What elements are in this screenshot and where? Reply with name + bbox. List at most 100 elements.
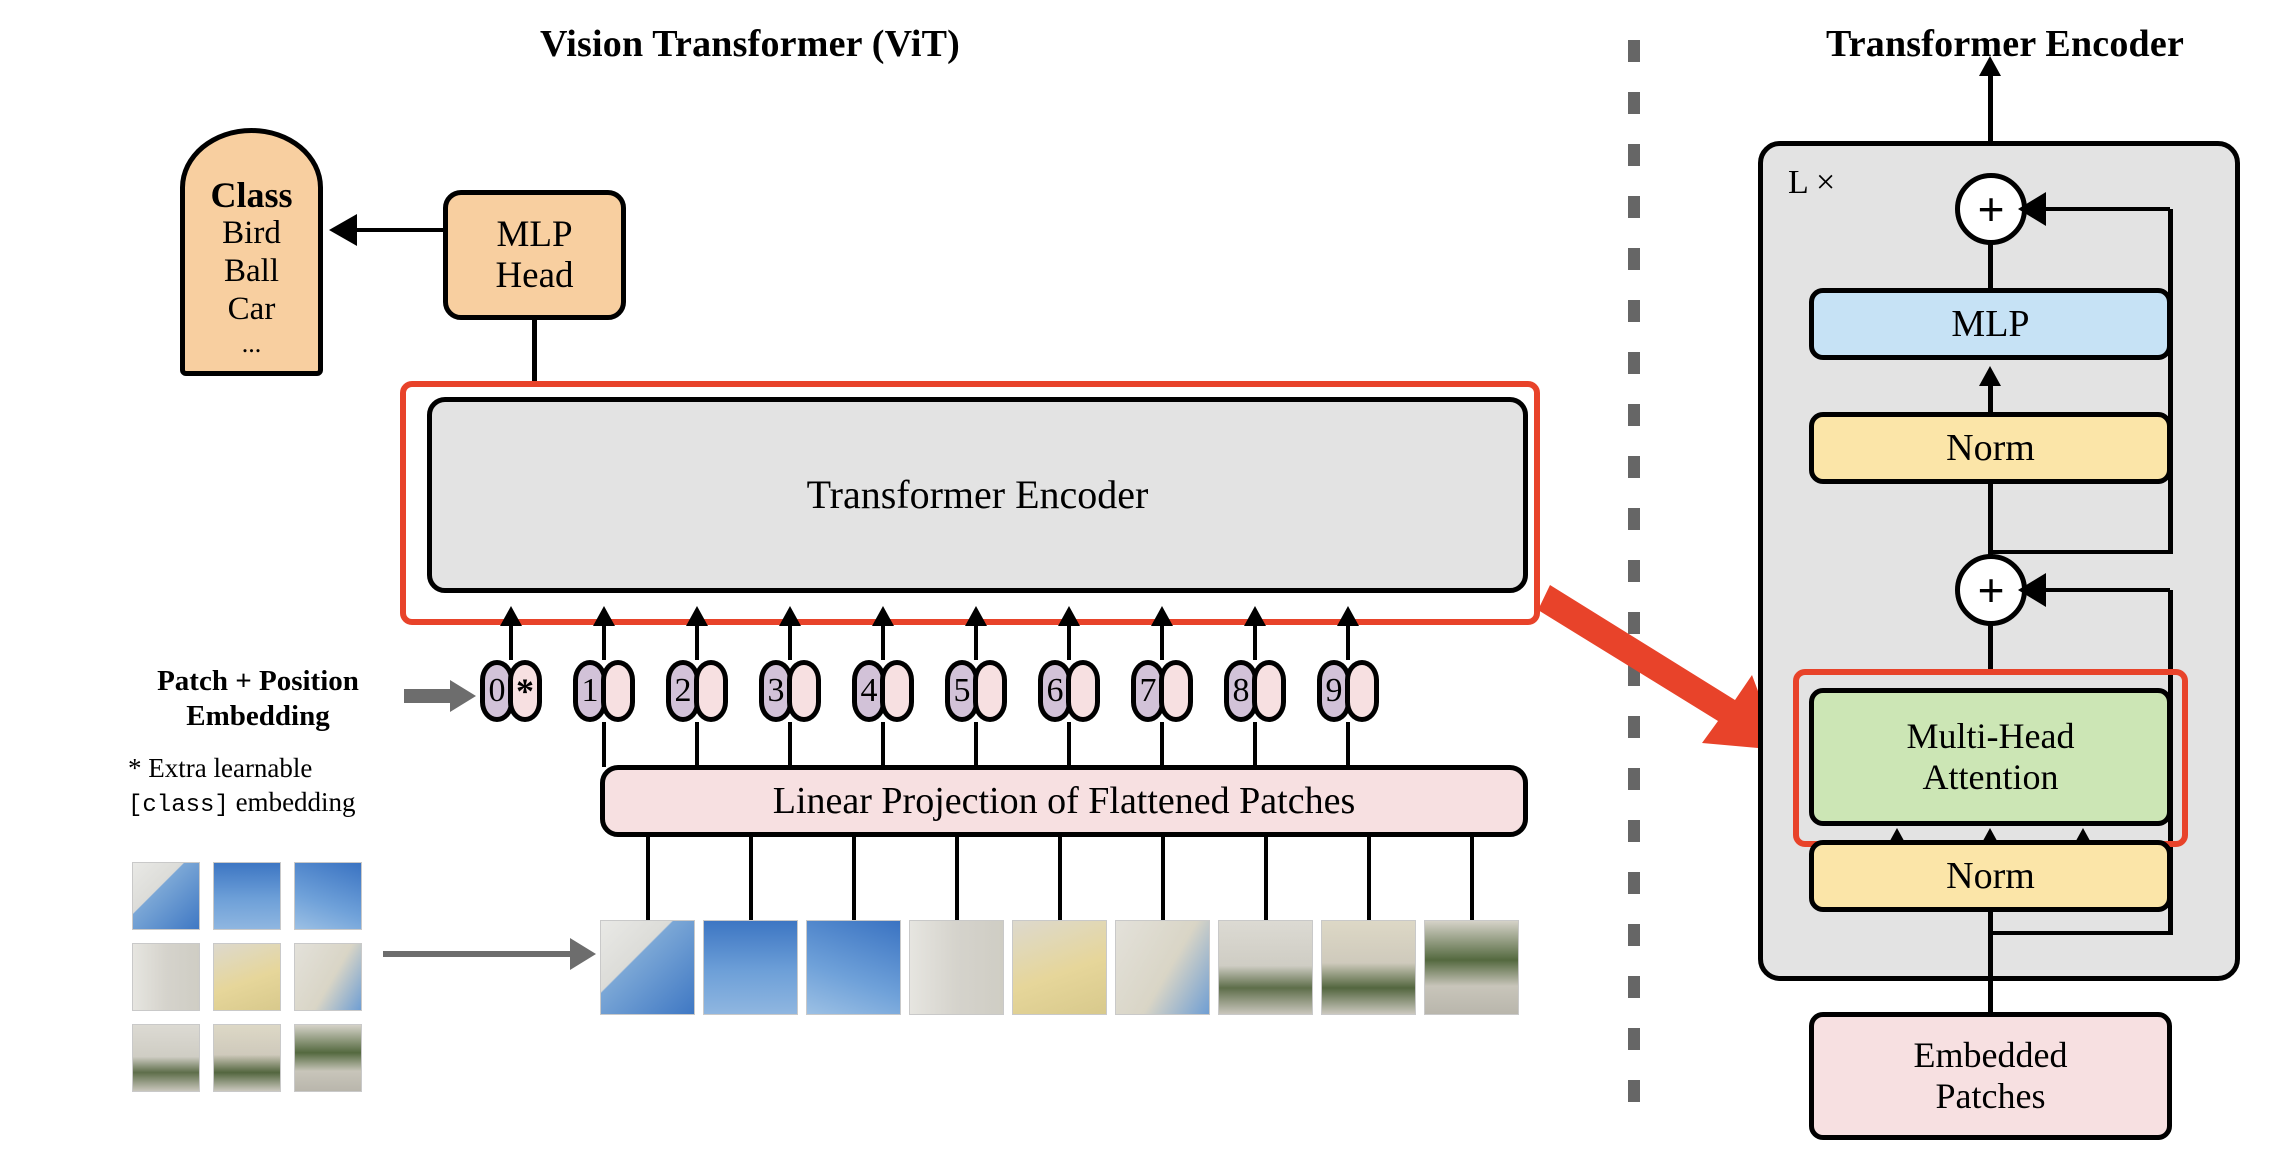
- projection-stem-top-4: [974, 722, 978, 767]
- strip-patch-dome: [600, 920, 695, 1015]
- embedding-label-arrow-shaft: [404, 689, 452, 703]
- class-item-car: Car: [227, 291, 276, 328]
- source-image-grid: [132, 862, 367, 1092]
- token-arrow-shaft-6: [1067, 624, 1071, 660]
- token-arrow-head-0: [500, 606, 522, 626]
- class-token-literal: [class]: [128, 791, 229, 819]
- token-arrow-shaft-1: [602, 624, 606, 660]
- attention-to-add-line: [1988, 624, 1993, 671]
- linear-projection-label: Linear Projection of Flattened Patches: [772, 779, 1356, 822]
- vit-architecture-figure: Vision Transformer (ViT) Class Bird Ball…: [0, 0, 2296, 1164]
- token-arrow-head-7: [1151, 606, 1173, 626]
- right-panel-title: Transformer Encoder: [1825, 23, 2185, 65]
- multi-head-attention-box: Multi-Head Attention: [1809, 688, 2172, 826]
- token-1: 1: [573, 660, 635, 722]
- norm-top-box: Norm: [1809, 412, 2172, 484]
- token-embedding-1: [601, 660, 635, 722]
- projection-stem-top-8: [1346, 722, 1350, 767]
- source-patch-sky-tower: [213, 862, 281, 930]
- class-item-ellipsis: ...: [241, 329, 262, 359]
- token-arrow-shaft-2: [695, 624, 699, 660]
- projection-stem-bottom-2: [851, 837, 856, 920]
- token-embedding-4: [880, 660, 914, 722]
- token-3: 3: [759, 660, 821, 722]
- normtop-to-mlp-arrowhead: [1979, 366, 2001, 386]
- token-arrow-shaft-4: [881, 624, 885, 660]
- skip-top-horizontal-bottom: [1988, 550, 2173, 554]
- residual-add-bottom: +: [1955, 554, 2027, 626]
- mlp-to-add-line: [1988, 243, 1993, 290]
- projection-stem-bottom-6: [1263, 837, 1268, 920]
- mlphead-to-class-line: [352, 228, 444, 232]
- class-output-box: Class Bird Ball Car ...: [180, 128, 323, 376]
- token-arrow-shaft-8: [1253, 624, 1257, 660]
- mlp-head-box: MLP Head: [443, 190, 626, 320]
- token-4: 4: [852, 660, 914, 722]
- embedded-patches-box: Embedded Patches: [1809, 1012, 2172, 1140]
- token-8: 8: [1224, 660, 1286, 722]
- projection-stem-top-1: [695, 722, 699, 767]
- strip-patch-white-facade: [909, 920, 1004, 1015]
- token-9: 9: [1317, 660, 1379, 722]
- strip-patch-hedges: [1321, 920, 1416, 1015]
- encoder-repeat-label: L ×: [1788, 164, 1836, 201]
- skip-top-vertical: [2168, 209, 2173, 554]
- mlp-box: MLP: [1809, 288, 2172, 360]
- source-patch-hedges: [213, 1024, 281, 1092]
- projection-stem-top-7: [1253, 722, 1257, 767]
- projection-stem-top-0: [602, 722, 606, 767]
- token-embedding-6: [1066, 660, 1100, 722]
- source-patch-sky: [294, 862, 362, 930]
- skip-bottom-arrowhead: [2018, 573, 2046, 607]
- source-patch-white-facade: [132, 943, 200, 1011]
- class-item-ball: Ball: [224, 253, 279, 290]
- skip-top-horizontal-top: [2040, 207, 2170, 211]
- norm-top-label: Norm: [1946, 426, 2035, 469]
- token-arrow-head-6: [1058, 606, 1080, 626]
- residual-add-top: +: [1955, 173, 2027, 245]
- projection-stem-bottom-8: [1469, 837, 1474, 920]
- multi-head-attention-label: Multi-Head Attention: [1906, 715, 2075, 797]
- residual-add-bottom-symbol: +: [1977, 564, 2005, 616]
- normtop-down-line: [1988, 482, 1993, 556]
- projection-stem-top-2: [788, 722, 792, 767]
- token-arrow-shaft-5: [974, 624, 978, 660]
- linear-projection-box: Linear Projection of Flattened Patches: [600, 765, 1528, 837]
- source-patch-tree-path: [294, 1024, 362, 1092]
- token-embedding-3: [787, 660, 821, 722]
- mlp-head-label: MLP Head: [495, 213, 574, 296]
- token-0: 0 *: [480, 660, 542, 722]
- token-5: 5: [945, 660, 1007, 722]
- source-patch-facade-dome: [294, 943, 362, 1011]
- norm-bottom-box: Norm: [1809, 840, 2172, 912]
- class-token-marker: *: [508, 660, 542, 722]
- token-arrow-head-4: [872, 606, 894, 626]
- strip-patch-facade-dome: [1115, 920, 1210, 1015]
- projection-stem-bottom-5: [1160, 837, 1165, 920]
- transformer-encoder-label: Transformer Encoder: [806, 471, 1149, 517]
- extra-learnable-note-line2: embedding: [228, 786, 356, 817]
- skip-top-arrowhead: [2018, 192, 2046, 226]
- token-embedding-5: [973, 660, 1007, 722]
- token-arrow-head-2: [686, 606, 708, 626]
- skip-bottom-horizontal-bottom: [1988, 931, 2173, 935]
- normtop-to-mlp-line: [1988, 382, 1993, 412]
- projection-stem-bottom-4: [1057, 837, 1062, 920]
- projection-stem-top-3: [881, 722, 885, 767]
- transformer-encoder-block: Transformer Encoder: [427, 397, 1528, 593]
- projection-stem-bottom-0: [645, 837, 650, 920]
- strip-patch-yellow-facade: [1012, 920, 1107, 1015]
- token-2: 2: [666, 660, 728, 722]
- class-item-bird: Bird: [222, 215, 281, 252]
- patch-position-embedding-label: Patch + Position Embedding: [157, 665, 359, 732]
- encoder-output-line: [1988, 72, 1993, 142]
- token-arrow-head-8: [1244, 606, 1266, 626]
- source-patch-dome: [132, 862, 200, 930]
- token-embedding-7: [1159, 660, 1193, 722]
- token-arrow-shaft-0: [509, 624, 513, 660]
- source-patch-street: [132, 1024, 200, 1092]
- source-patch-yellow-facade: [213, 943, 281, 1011]
- embedding-label-arrowhead: [450, 680, 476, 712]
- token-arrow-shaft-7: [1160, 624, 1164, 660]
- left-panel-title: Vision Transformer (ViT): [540, 23, 960, 65]
